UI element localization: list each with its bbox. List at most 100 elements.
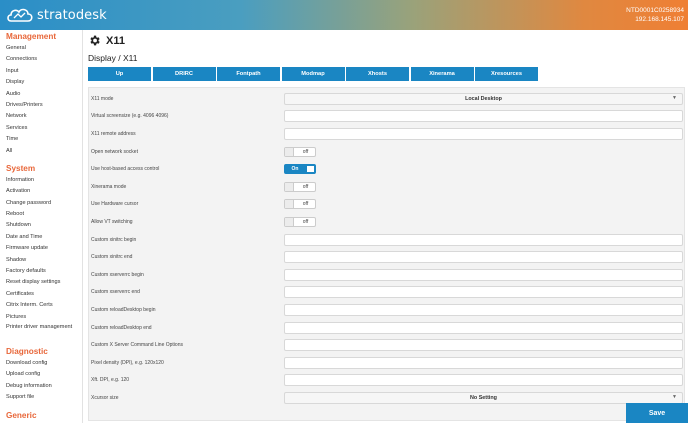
x11-mode-label: X11 mode <box>91 95 114 102</box>
toggle-state: On <box>291 166 299 173</box>
toggle-state: off <box>302 218 309 225</box>
custom-xserverrc-end-label: Custom xserverrc end <box>91 289 140 296</box>
gear-icon <box>90 35 100 46</box>
form-row: Custom xserverrc end <box>89 284 684 302</box>
form-row: Use host-based access control On <box>89 160 684 178</box>
device-info: NTD0001C0258934 192.168.145.107 <box>626 7 684 24</box>
custom-reloaddesktop-begin-label: Custom reloadDesktop begin <box>91 306 156 313</box>
sidebar-item-drives-printers[interactable]: Drives/Printers <box>0 100 82 111</box>
sidebar-item-input[interactable]: Input <box>0 66 82 77</box>
custom-xserverrc-begin-field[interactable] <box>284 268 683 281</box>
sidebar-item-network[interactable]: Network <box>0 111 82 122</box>
virtual-screensize-e-g-4096-4096-field[interactable] <box>284 110 683 123</box>
use-hardware-cursor-label: Use Hardware cursor <box>91 201 139 208</box>
sidebar-item-activation[interactable]: Activation <box>0 186 82 197</box>
form-row: Custom xinitrc begin <box>89 231 684 249</box>
sidebar-item-pictures[interactable]: Pictures <box>0 312 82 323</box>
chevron-down-icon: ▼ <box>672 94 677 101</box>
pixel-density-dpi-e-g-120x120-field[interactable] <box>284 356 683 369</box>
save-button[interactable]: Save <box>626 403 688 423</box>
form-row: Xinerama mode off <box>89 178 684 196</box>
form-row: Virtual screensize (e.g. 4096 4096) <box>89 108 684 126</box>
sidebar-item-time[interactable]: Time <box>0 134 82 145</box>
sidebar-item-citrix-interm-certs[interactable]: Citrix Interm. Certs <box>0 300 82 311</box>
sidebar-item-display[interactable]: Display <box>0 77 82 88</box>
sidebar-item-reboot[interactable]: Reboot <box>0 209 82 220</box>
sidebar-item-connections[interactable]: Connections <box>0 54 82 65</box>
custom-reloaddesktop-begin-field[interactable] <box>284 303 683 316</box>
sidebar-item-shadow[interactable]: Shadow <box>0 255 82 266</box>
sidebar-item-factory-defaults[interactable]: Factory defaults <box>0 266 82 277</box>
custom-xinitrc-end-label: Custom xinitrc end <box>91 254 133 261</box>
custom-xinitrc-begin-field[interactable] <box>284 233 683 246</box>
x11-mode-select[interactable]: Local Desktop ▼ <box>284 92 683 105</box>
sidebar-item-all[interactable]: All <box>0 146 82 157</box>
sidebar-item-support-file[interactable]: Support file <box>0 392 82 403</box>
sidebar-item-change-password[interactable]: Change password <box>0 198 82 209</box>
tab-xhosts[interactable]: Xhosts <box>346 67 409 81</box>
main-content: X11 Display / X11 Up DRIRC Fontpath Modmap X… <box>84 30 688 423</box>
allow-vt-switching-toggle[interactable]: off <box>284 216 316 227</box>
custom-x-server-command-line-options-label: Custom X Server Command Line Options <box>91 342 183 349</box>
sidebar-item-upload-config[interactable]: Upload config <box>0 369 82 380</box>
custom-xinitrc-end-field[interactable] <box>284 251 683 264</box>
xinerama-mode-toggle[interactable]: off <box>284 181 316 192</box>
tab-fontpath[interactable]: Fontpath <box>217 67 280 81</box>
page-header: X11 <box>88 34 125 47</box>
tab-xinerama[interactable]: Xinerama <box>410 67 474 81</box>
form-row: Xcursor size No Setting ▼ <box>89 389 684 407</box>
custom-xinitrc-begin-label: Custom xinitrc begin <box>91 236 137 243</box>
form-row: Custom reloadDesktop begin <box>89 301 684 319</box>
sidebar-item-certificates[interactable]: Certificates <box>0 289 82 300</box>
stratodesk-logo[interactable]: stratodesk <box>6 5 107 25</box>
toggle-state: off <box>302 201 309 208</box>
chevron-down-icon: ▼ <box>672 393 677 400</box>
xft-dpi-e-g-120-field[interactable] <box>284 374 683 387</box>
x11-remote-address-label: X11 remote address <box>91 130 136 137</box>
xcursor-size-value: No Setting <box>470 394 497 401</box>
use-hardware-cursor-toggle[interactable]: off <box>284 199 316 210</box>
form-row: Xft. DPI, e.g. 120 <box>89 372 684 390</box>
sidebar-section-generic: Generic <box>6 410 37 420</box>
form-row: Pixel density (DPI), e.g. 120x120 <box>89 354 684 372</box>
sidebar-item-firmware-update[interactable]: Firmware update <box>0 243 82 254</box>
xcursor-size-select[interactable]: No Setting ▼ <box>284 391 683 404</box>
x11-mode-value: Local Desktop <box>465 95 502 102</box>
tab-modmap[interactable]: Modmap <box>281 67 345 81</box>
virtual-screensize-e-g-4096-4096-label: Virtual screensize (e.g. 4096 4096) <box>91 113 169 120</box>
sidebar-item-printer-driver-management[interactable]: Printer driver management <box>0 323 82 340</box>
sidebar-item-download-config[interactable]: Download config <box>0 358 82 369</box>
sidebar-section-management: Management <box>6 32 57 41</box>
toggle-state: off <box>302 183 309 190</box>
custom-xserverrc-end-field[interactable] <box>284 286 683 299</box>
sidebar-item-shutdown[interactable]: Shutdown <box>0 220 82 231</box>
brand-name: stratodesk <box>37 7 107 23</box>
form-row: Allow VT switching off <box>89 213 684 231</box>
open-network-socket-toggle[interactable]: off <box>284 146 316 157</box>
pixel-density-dpi-e-g-120x120-label: Pixel density (DPI), e.g. 120x120 <box>91 359 164 366</box>
sidebar-item-audio[interactable]: Audio <box>0 89 82 100</box>
x11-remote-address-field[interactable] <box>284 127 683 140</box>
sidebar-item-date-and-time[interactable]: Date and Time <box>0 232 82 243</box>
toggle-knob <box>285 217 294 226</box>
tab-drirc[interactable]: DRIRC <box>152 67 216 81</box>
sidebar-item-general[interactable]: General <box>0 43 82 54</box>
cloud-logo-icon <box>7 8 33 22</box>
sidebar-item-debug-information[interactable]: Debug information <box>0 381 82 392</box>
use-host-based-access-control-toggle[interactable]: On <box>284 164 316 175</box>
open-network-socket-label: Open network socket <box>91 148 138 155</box>
sidebar-item-information[interactable]: Information <box>0 175 82 186</box>
sidebar-item-services[interactable]: Services <box>0 123 82 134</box>
tab-up[interactable]: Up <box>88 67 151 81</box>
tab-xresources[interactable]: Xresources <box>475 67 538 81</box>
custom-x-server-command-line-options-field[interactable] <box>284 339 683 352</box>
custom-reloaddesktop-end-label: Custom reloadDesktop end <box>91 324 152 331</box>
sidebar: Management General Connections Input Display… <box>0 30 83 423</box>
custom-reloaddesktop-end-field[interactable] <box>284 321 683 334</box>
settings-form: X11 mode Local Desktop ▼ Virtual screensize… <box>88 87 685 421</box>
sidebar-section-system: System <box>6 163 36 173</box>
sidebar-item-reset-display-settings[interactable]: Reset display settings <box>0 277 82 288</box>
device-ip: 192.168.145.107 <box>635 15 684 23</box>
form-row: X11 remote address <box>89 125 684 143</box>
sidebar-section-diagnostic: Diagnostic <box>6 346 48 356</box>
